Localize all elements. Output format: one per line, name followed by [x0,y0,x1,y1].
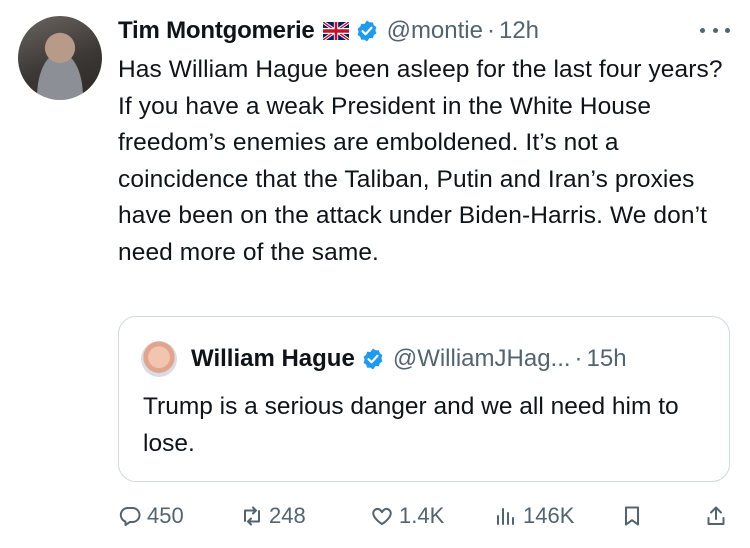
views-button[interactable]: 146K [494,498,574,534]
author-avatar[interactable] [18,16,102,100]
quote-author-name: William Hague [191,345,355,372]
repost-count: 248 [269,503,306,528]
quote-text: Trump is a serious danger and we all nee… [143,393,679,457]
author-name[interactable]: Tim Montgomerie [118,17,315,45]
share-button[interactable] [704,498,733,534]
like-button[interactable]: 1.4K [370,498,444,534]
quote-author-avatar [141,341,177,377]
author-handle[interactable]: @montie [387,17,483,45]
tweet-timestamp[interactable]: 12h [499,17,539,45]
verified-badge-icon [355,19,379,43]
reply-button[interactable]: 450 [118,498,184,534]
tweet-text: Has William Hague been asleep for the la… [118,56,723,266]
reply-count: 450 [147,503,184,528]
separator-dot: · [574,345,583,372]
action-bar: 450 248 1.4K 146K [118,498,734,534]
views-icon [497,508,514,525]
quote-timestamp: 15h [586,345,627,372]
reply-icon [119,507,141,526]
uk-flag-icon [321,20,350,42]
view-count: 146K [523,503,575,528]
tweet-header: Tim Montgomerie @montie · 12h [118,14,730,48]
repost-button[interactable]: 248 [240,498,306,534]
repost-icon [244,506,260,526]
bookmark-icon [625,506,639,526]
share-icon [707,506,725,525]
more-options-icon[interactable] [700,20,730,40]
quote-header: William Hague @WilliamJHag... · 15h [191,341,717,377]
verified-badge-icon [361,347,385,371]
separator-dot: · [486,17,495,44]
bookmark-button[interactable] [620,498,649,534]
quote-author-handle: @WilliamJHag... [392,345,571,372]
quoted-tweet[interactable]: William Hague @WilliamJHag... · 15h Trum… [118,316,730,482]
like-icon [372,507,392,525]
like-count: 1.4K [399,503,445,528]
